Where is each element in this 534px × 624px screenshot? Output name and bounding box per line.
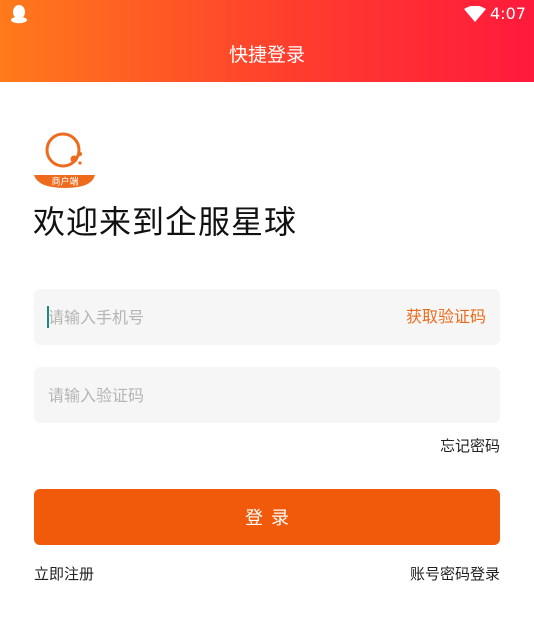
phone-field[interactable]: 获取验证码 xyxy=(34,289,500,345)
welcome-heading: 欢迎来到企服星球 xyxy=(33,203,298,241)
status-time: 4:07 xyxy=(490,4,526,23)
qq-penguin-icon xyxy=(11,5,27,24)
phone-input[interactable] xyxy=(48,289,388,345)
forgot-password-link[interactable]: 忘记密码 xyxy=(440,436,500,456)
get-code-button[interactable]: 获取验证码 xyxy=(406,289,486,345)
header-bar: 4:07 快捷登录 xyxy=(0,0,534,82)
planet-logo-icon: 商户端 xyxy=(34,132,95,188)
password-login-link[interactable]: 账号密码登录 xyxy=(410,564,500,584)
login-button[interactable]: 登录 xyxy=(34,489,500,545)
register-link[interactable]: 立即注册 xyxy=(34,564,94,584)
code-input[interactable] xyxy=(48,367,488,423)
wifi-icon xyxy=(464,6,486,22)
merchant-badge-label: 商户端 xyxy=(51,176,78,188)
code-field[interactable] xyxy=(34,367,500,423)
page-title: 快捷登录 xyxy=(228,44,305,66)
status-bar: 4:07 xyxy=(0,0,534,28)
